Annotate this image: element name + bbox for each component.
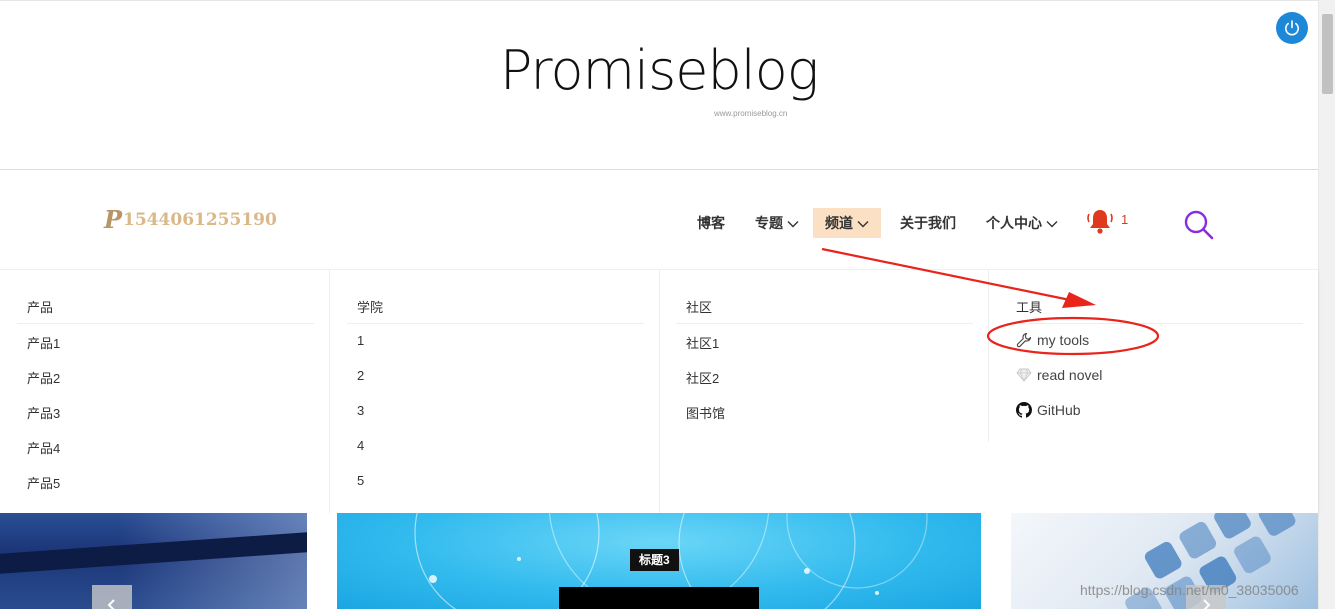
power-button[interactable] (1276, 12, 1308, 44)
menu-link-label: my tools (1037, 332, 1090, 348)
heading-rule (17, 323, 314, 324)
carousel-slide-image[interactable] (0, 513, 307, 609)
column-divider (988, 270, 989, 442)
menu-link-academy[interactable]: 3 (357, 403, 364, 418)
nav-item-blog[interactable]: 博客 (697, 208, 725, 238)
diamond-icon (1016, 368, 1032, 382)
github-icon (1016, 402, 1032, 418)
menu-link-community[interactable]: 社区1 (686, 333, 719, 352)
chevron-right-icon (1203, 599, 1211, 609)
logo-mark: P (104, 205, 123, 234)
menu-link-label: GitHub (1037, 402, 1081, 418)
menu-link-read-novel[interactable]: read novel (1016, 367, 1102, 383)
site-header: Promiseblog www.promiseblog.cn (0, 0, 1318, 170)
menu-link-academy[interactable]: 2 (357, 368, 364, 383)
search-icon[interactable] (1183, 209, 1215, 241)
menu-link-community[interactable]: 社区2 (686, 368, 719, 387)
bell-icon[interactable] (1086, 207, 1114, 235)
chevron-down-icon (787, 221, 799, 228)
menu-link-academy[interactable]: 5 (357, 473, 364, 488)
menu-link-product[interactable]: 产品3 (27, 403, 60, 422)
chevron-down-icon (857, 221, 869, 228)
menu-link-library[interactable]: 图书馆 (686, 403, 725, 422)
chevron-down-icon (1046, 221, 1058, 228)
menu-heading-community: 社区 (686, 300, 713, 315)
nav-item-personal-center[interactable]: 个人中心 (986, 208, 1058, 238)
menu-heading-tools: 工具 (1016, 300, 1043, 315)
menu-link-academy[interactable]: 1 (357, 333, 364, 348)
power-icon (1285, 20, 1299, 36)
site-subtitle: www.promiseblog.cn (714, 109, 788, 118)
menu-link-academy[interactable]: 4 (357, 438, 364, 453)
heading-rule (676, 323, 973, 324)
column-divider (329, 270, 330, 514)
site-title[interactable]: Promiseblog (0, 39, 1318, 102)
channels-mega-menu: 产品 产品1 产品2 产品3 产品4 产品5 学院 1 2 3 4 5 社区 社… (0, 269, 1318, 514)
watermark-url: https://blog.csdn.net/m0_38035006 (1080, 582, 1299, 598)
wrench-icon (1016, 332, 1032, 348)
carousel-slide-active[interactable]: 标题3 (337, 513, 981, 609)
nav-item-about-us[interactable]: 关于我们 (900, 208, 956, 238)
notification-count[interactable]: 1 (1121, 212, 1128, 227)
menu-link-product[interactable]: 产品4 (27, 438, 60, 457)
heading-rule (1006, 323, 1303, 324)
nav-item-label: 个人中心 (986, 215, 1042, 231)
column-divider (659, 270, 660, 514)
menu-link-my-tools[interactable]: my tools (1016, 332, 1089, 348)
scrollbar-thumb[interactable] (1322, 14, 1333, 94)
heading-rule (347, 323, 644, 324)
menu-link-product[interactable]: 产品1 (27, 333, 60, 352)
menu-link-product[interactable]: 产品2 (27, 368, 60, 387)
nav-item-topics[interactable]: 专题 (755, 208, 799, 238)
vertical-scrollbar[interactable] (1318, 0, 1335, 609)
menu-link-label: read novel (1037, 367, 1103, 383)
carousel-prev-button[interactable] (92, 585, 132, 609)
site-logo[interactable]: P 1544061255190 (104, 205, 277, 234)
menu-link-product[interactable]: 产品5 (27, 473, 60, 492)
nav-item-label: 频道 (825, 215, 853, 231)
menu-link-github[interactable]: GitHub (1016, 402, 1081, 418)
menu-heading-products: 产品 (27, 300, 54, 315)
main-navbar: P 1544061255190 博客 专题 频道 关于我们 个人中心 1 (0, 171, 1318, 269)
nav-item-channels[interactable]: 频道 (813, 208, 881, 238)
menu-heading-academy: 学院 (357, 300, 384, 315)
slide-title: 标题3 (630, 549, 679, 571)
nav-item-label: 博客 (697, 215, 725, 231)
nav-item-label: 关于我们 (900, 215, 956, 231)
chevron-left-icon (107, 599, 115, 609)
logo-text: 1544061255190 (123, 209, 277, 230)
slide-caption-bar (559, 587, 759, 609)
nav-item-label: 专题 (755, 215, 783, 231)
